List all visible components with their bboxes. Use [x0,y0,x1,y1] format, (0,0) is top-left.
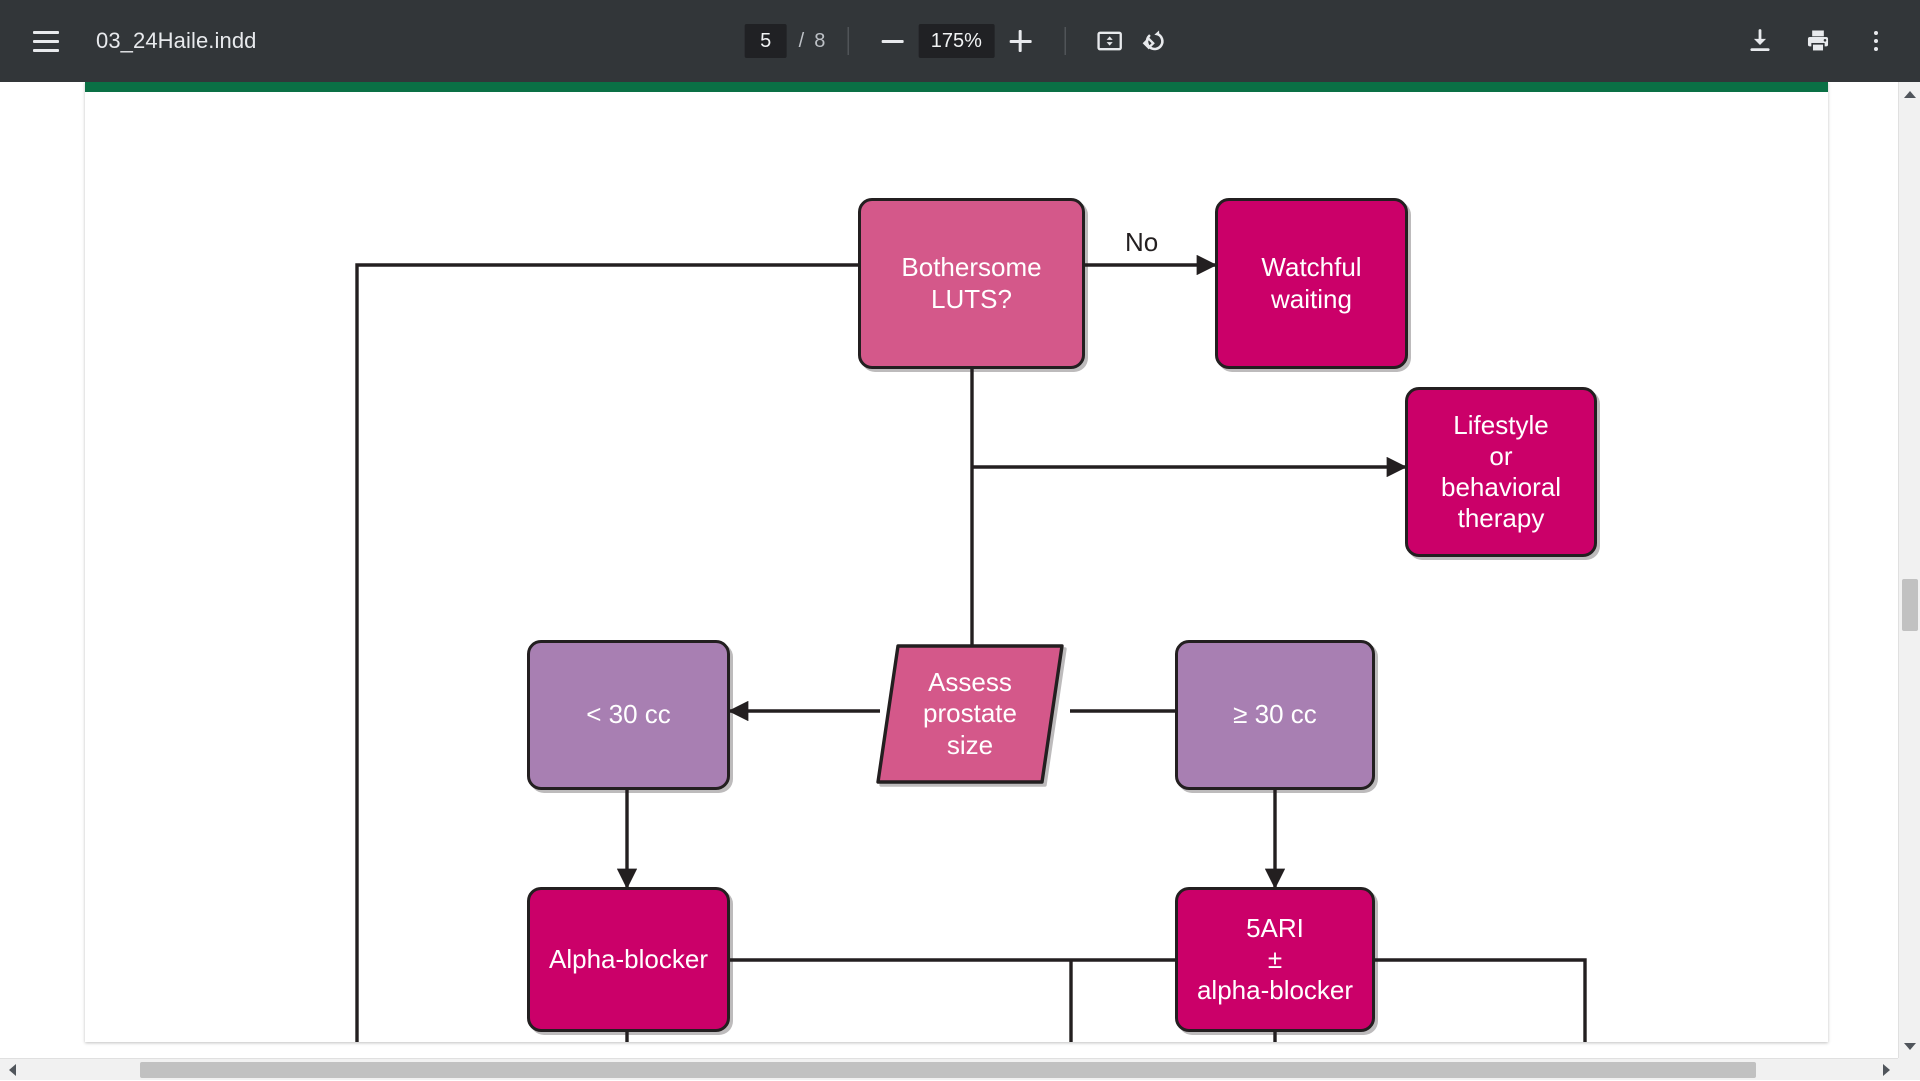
vertical-scrollbar[interactable] [1898,82,1920,1058]
zoom-level-value[interactable]: 175% [918,24,994,58]
node-label-line: Watchful [1261,252,1361,282]
node-label-line: or [1489,441,1512,471]
pdf-page: Bothersome LUTS? No Watchful waiting Lif… [85,82,1828,1042]
hamburger-line [33,40,59,43]
horizontal-scrollbar[interactable] [0,1058,1898,1080]
edge-label-no: No [1125,227,1158,258]
node-lifestyle-therapy[interactable]: Lifestyle or behavioral therapy [1405,387,1597,557]
scroll-up-arrow-icon[interactable] [1899,83,1920,105]
node-label-line: therapy [1458,503,1545,533]
scroll-down-arrow-icon[interactable] [1899,1035,1920,1057]
node-label-line: LUTS? [931,284,1012,314]
node-label: ≥ 30 cc [1233,699,1317,730]
node-label-line: Bothersome [901,252,1041,282]
pdf-viewer-toolbar: 03_24Haile.indd / 8 175% [0,0,1920,82]
more-vertical-icon[interactable] [1852,17,1900,65]
horizontal-scrollbar-thumb[interactable] [140,1062,1756,1078]
fit-to-page-icon[interactable] [1087,19,1131,63]
download-icon[interactable] [1736,17,1784,65]
page-number-input[interactable] [745,24,787,58]
node-label-line: behavioral [1441,472,1561,502]
toolbar-divider [1064,27,1065,55]
node-bothersome-luts[interactable]: Bothersome LUTS? [858,198,1085,369]
scroll-left-arrow-icon[interactable] [1,1059,23,1081]
page-count: 8 [814,30,825,53]
hamburger-line [33,31,59,34]
node-label-line: Lifestyle [1453,410,1548,440]
toolbar-center-controls: / 8 175% [745,0,1176,82]
scrollbar-corner [1898,1058,1920,1080]
node-label-line: 5ARI [1246,913,1304,943]
node-5ari-alpha-blocker[interactable]: 5ARI ± alpha-blocker [1175,887,1375,1032]
node-less-than-30cc[interactable]: < 30 cc [527,640,730,790]
node-label-line: waiting [1271,284,1352,314]
pdf-viewer-area[interactable]: Bothersome LUTS? No Watchful waiting Lif… [0,82,1920,1080]
node-label-line: ± [1268,944,1282,974]
node-alpha-blocker[interactable]: Alpha-blocker [527,887,730,1032]
node-label-line: alpha-blocker [1197,975,1353,1005]
rotate-counterclockwise-icon[interactable] [1131,19,1175,63]
hamburger-line [33,49,59,52]
hamburger-menu-icon[interactable] [22,17,70,65]
flowchart-diagram: Bothersome LUTS? No Watchful waiting Lif… [85,82,1828,1042]
node-watchful-waiting[interactable]: Watchful waiting [1215,198,1408,369]
zoom-in-icon[interactable] [998,19,1042,63]
toolbar-right-controls [1736,17,1900,65]
toolbar-divider [847,27,848,55]
print-icon[interactable] [1794,17,1842,65]
zoom-out-icon[interactable] [870,19,914,63]
document-title: 03_24Haile.indd [96,28,257,54]
scroll-right-arrow-icon[interactable] [1875,1059,1897,1081]
page-separator: / [799,30,805,53]
vertical-scrollbar-thumb[interactable] [1902,579,1918,631]
node-greater-equal-30cc[interactable]: ≥ 30 cc [1175,640,1375,790]
node-label: Alpha-blocker [549,944,708,975]
node-label: < 30 cc [586,699,671,730]
node-assess-prostate-size[interactable]: Assess prostate size [870,638,1070,790]
